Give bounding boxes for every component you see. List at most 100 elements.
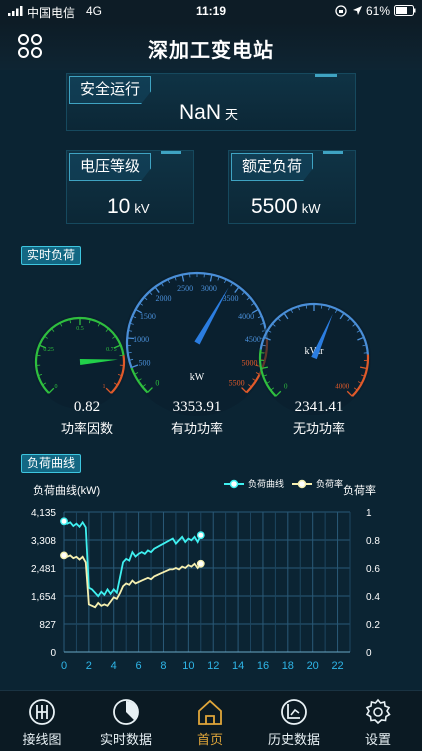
gauge-tick-label: 0 [284, 383, 288, 391]
gauge-tick-label: 0 [54, 384, 57, 390]
card-accent [323, 151, 343, 154]
voltage-label: 电压等级 [69, 153, 151, 181]
location-icon [352, 5, 363, 16]
voltage-value-group: 10 kV [107, 195, 150, 219]
tab-label: 接线图 [0, 729, 84, 748]
realtime-load-tag: 实时负荷 [21, 246, 81, 265]
legend-marker [299, 481, 306, 488]
chart-right-axis-title: 负荷率 [343, 483, 376, 497]
gauge-tick-label: 0.25 [43, 347, 54, 353]
x-tick-label: 18 [282, 660, 294, 672]
safety-value-group: NaN 天 [179, 101, 238, 125]
series-point [61, 552, 67, 558]
reactive-power-value: 2341.41 [269, 399, 369, 416]
gauge-tick-label: 2000 [155, 294, 171, 303]
gauge-tick-label: 0 [155, 378, 159, 387]
safety-label: 安全运行 [69, 76, 151, 104]
tab-label: 首页 [168, 729, 252, 748]
app-header: 深加工变电站 [0, 22, 422, 70]
x-tick-label: 14 [232, 660, 244, 672]
x-tick-label: 6 [136, 660, 142, 672]
home-icon [196, 698, 224, 726]
tab-label: 实时数据 [84, 729, 168, 748]
battery-icon [394, 5, 416, 16]
y-tick-label-left: 4,135 [31, 508, 56, 519]
battery-percent: 61% [366, 4, 390, 18]
load-curve-tag: 负荷曲线 [21, 454, 81, 473]
voltage-unit: kV [134, 201, 149, 216]
tab-history[interactable]: 历史数据 [252, 691, 336, 751]
legend-label: 负荷率 [316, 478, 343, 489]
gauge-tick-label: 2500 [177, 284, 193, 293]
gauge-tick-label: 4000 [238, 312, 254, 321]
gauge-tick-label: 5500 [229, 378, 245, 387]
x-tick-label: 16 [257, 660, 269, 672]
rated-load-card: 额定负荷 5500 kW [228, 150, 356, 224]
gauge-tick-label: 1000 [133, 335, 149, 344]
tab-label: 设置 [336, 729, 420, 748]
y-tick-label-right: 0.8 [366, 536, 380, 547]
gauge-tick-label: 0.75 [106, 347, 117, 353]
reactive-power-label: 无功功率 [269, 418, 369, 437]
x-tick-label: 0 [61, 660, 67, 672]
x-tick-label: 12 [207, 660, 219, 672]
load-curve-chart: 负荷曲线(kW) 负荷率 负荷曲线 负荷率 0 827 1,654 2,481 3,308 4,1… [0, 476, 422, 678]
safety-days-value: NaN [179, 101, 221, 124]
card-accent [315, 74, 337, 77]
safety-days-unit: 天 [225, 107, 238, 122]
y-tick-label-left: 827 [39, 620, 56, 631]
gauge-tick-label: 0.5 [76, 326, 84, 332]
safety-card: 安全运行 NaN 天 [66, 73, 356, 131]
tab-label: 历史数据 [252, 729, 336, 748]
history-icon [280, 698, 308, 726]
wiring-icon [28, 698, 56, 726]
power-factor-label: 功率因数 [37, 418, 137, 437]
y-tick-label-right: 0.4 [366, 592, 380, 603]
power-factor-gauge: 0 0.25 0.5 0.75 1 [30, 312, 130, 412]
gauge-tick-label: 1500 [140, 312, 156, 321]
gauge-tick-label: 3000 [201, 284, 217, 293]
x-tick-label: 4 [111, 660, 117, 672]
tab-wiring[interactable]: 接线图 [0, 691, 84, 751]
y-tick-label-right: 0.6 [366, 564, 380, 575]
gauge-tick [128, 352, 132, 353]
bottom-tab-bar: 接线图 实时数据 首页 历史数据 设置 [0, 690, 422, 751]
card-accent [161, 151, 181, 154]
power-factor-value: 0.82 [37, 399, 137, 416]
gauge-tick-label: 4000 [335, 383, 350, 391]
x-tick-label: 22 [331, 660, 343, 672]
voltage-value: 10 [107, 195, 130, 218]
active-power-value: 3353.91 [147, 399, 247, 416]
status-bar: 中国电信 4G 11:19 61% [0, 0, 422, 22]
series-point [198, 532, 204, 538]
tab-settings[interactable]: 设置 [336, 691, 420, 751]
chart-left-axis-title: 负荷曲线(kW) [33, 483, 100, 497]
voltage-card: 电压等级 10 kV [66, 150, 194, 224]
rated-load-unit: kW [302, 201, 321, 216]
y-tick-label-left: 3,308 [31, 536, 56, 547]
y-tick-label-left: 1,654 [31, 592, 56, 603]
rated-load-value: 5500 [251, 195, 298, 218]
tab-realtime[interactable]: 实时数据 [84, 691, 168, 751]
rated-load-label: 额定负荷 [231, 153, 313, 181]
rated-load-value-group: 5500 kW [251, 195, 321, 219]
series-point [198, 561, 204, 567]
page-title: 深加工变电站 [0, 34, 422, 63]
gauge-unit: kW [190, 372, 205, 383]
gauge-tick-label: 3500 [223, 294, 239, 303]
x-tick-label: 20 [307, 660, 319, 672]
series-line [64, 555, 201, 607]
orientation-lock-icon [335, 5, 347, 17]
x-tick-label: 8 [160, 660, 166, 672]
y-tick-label-left: 2,481 [31, 564, 56, 575]
y-tick-label-left: 0 [50, 648, 56, 659]
gauge-tick-label: 1 [103, 384, 106, 390]
gauge-tick-label: 500 [139, 358, 151, 367]
y-tick-label-right: 0.2 [366, 620, 380, 631]
active-power-label: 有功功率 [147, 418, 247, 437]
tab-home[interactable]: 首页 [168, 691, 252, 751]
x-tick-label: 10 [182, 660, 194, 672]
y-tick-label-right: 1 [366, 508, 372, 519]
realtime-icon [112, 698, 140, 726]
legend-label: 负荷曲线 [248, 478, 284, 489]
